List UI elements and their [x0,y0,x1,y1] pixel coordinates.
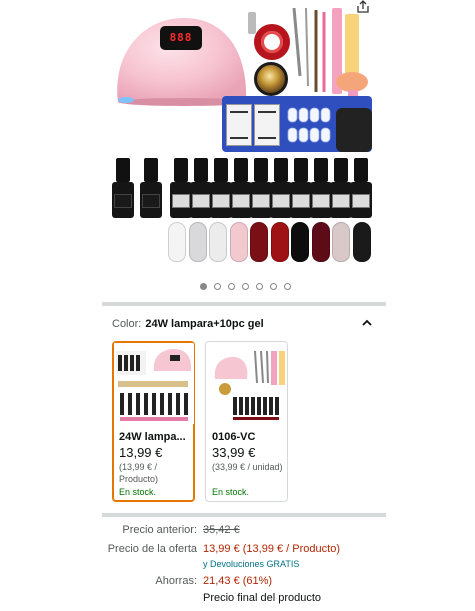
offer-price-label: Precio de la oferta [107,543,197,555]
nail-swatch [352,222,371,262]
variant-unit-price: (13,99 € / Producto) [119,462,159,484]
variant-price: 33,99 € [212,445,256,460]
tools-image [246,6,374,98]
nail-tips-image [287,107,331,143]
nail-form-card [254,104,280,146]
carousel-dot[interactable] [242,283,249,290]
gel-bottle [310,158,332,220]
variant-thumbnail [114,343,194,424]
carousel-dot[interactable] [284,283,291,290]
gel-bottle [140,158,162,220]
gel-bottle [250,158,272,220]
carousel-dot[interactable] [270,283,277,290]
section-divider [102,302,386,306]
free-returns-link[interactable]: y Devoluciones GRATIS [203,559,299,569]
savings-value: 21,43 € (61%) [203,575,273,587]
variant-title: 24W lampa... [119,431,186,443]
nail-swatch [311,222,330,262]
offer-price-value: 13,99 € (13,99 € / Producto) [203,543,340,555]
color-label: Color: [112,318,142,330]
final-price-row: Precio final del producto [100,592,400,606]
previous-price-value: 35,42 € [203,524,240,536]
chevron-up-icon[interactable] [360,316,374,330]
nail-swatch [250,222,268,262]
savings-row: Ahorras: 21,43 € (61%) [100,575,400,589]
gel-bottle [270,158,292,220]
variant-option-24w-lampara[interactable]: 24W lampa... 13,99 € (13,99 € / Producto… [112,341,195,502]
returns-row: y Devoluciones GRATIS [100,559,400,573]
variant-stock-status: En stock. [119,487,157,497]
gel-bottle [210,158,232,220]
final-price-label: Precio final del producto [203,592,322,604]
variant-unit-price: (33,99 € / unidad) [212,462,283,472]
nail-swatch [209,222,227,262]
nail-swatch [188,222,207,262]
gel-bottle [330,158,352,220]
color-selected-value: 24W lampara+10pc gel [145,318,264,330]
variant-price: 13,99 € [119,445,163,460]
gel-bottle [290,158,312,220]
carousel-dots[interactable] [200,283,291,291]
brush-jar-image [336,108,372,152]
nail-swatch [270,222,289,262]
carousel-dot[interactable] [200,283,207,290]
color-selector-header[interactable]: Color: 24W lampara+10pc gel [112,318,374,334]
product-image-gallery[interactable]: 888 [0,0,475,300]
savings-label: Ahorras: [155,575,197,587]
lamp-timer-display: 888 [160,26,202,50]
nail-form-card [226,104,252,146]
variant-title: 0106-VC [212,431,256,443]
gel-bottles-image [112,158,374,222]
variant-option-0106-vc[interactable]: 0106-VC 33,99 € (33,99 € / unidad) En st… [205,341,288,502]
carousel-dot[interactable] [228,283,235,290]
previous-price-row: Precio anterior: 35,42 € [100,524,400,538]
gel-bottle [112,158,134,220]
nail-color-swatches [168,222,376,264]
section-divider [102,513,386,517]
nail-swatch [291,222,309,262]
carousel-dot[interactable] [214,283,221,290]
nail-swatch [332,222,350,262]
nail-swatch [229,222,248,262]
variant-thumbnail [207,343,287,424]
offer-price-row: Precio de la oferta 13,99 € (13,99 € / P… [100,543,400,557]
previous-price-label: Precio anterior: [122,524,197,536]
variant-stock-status: En stock. [212,487,250,497]
nail-swatch [168,222,186,262]
gel-bottle [230,158,252,220]
gel-bottle [170,158,192,220]
gel-bottle [190,158,212,220]
carousel-dot[interactable] [256,283,263,290]
gel-bottle [350,158,372,220]
